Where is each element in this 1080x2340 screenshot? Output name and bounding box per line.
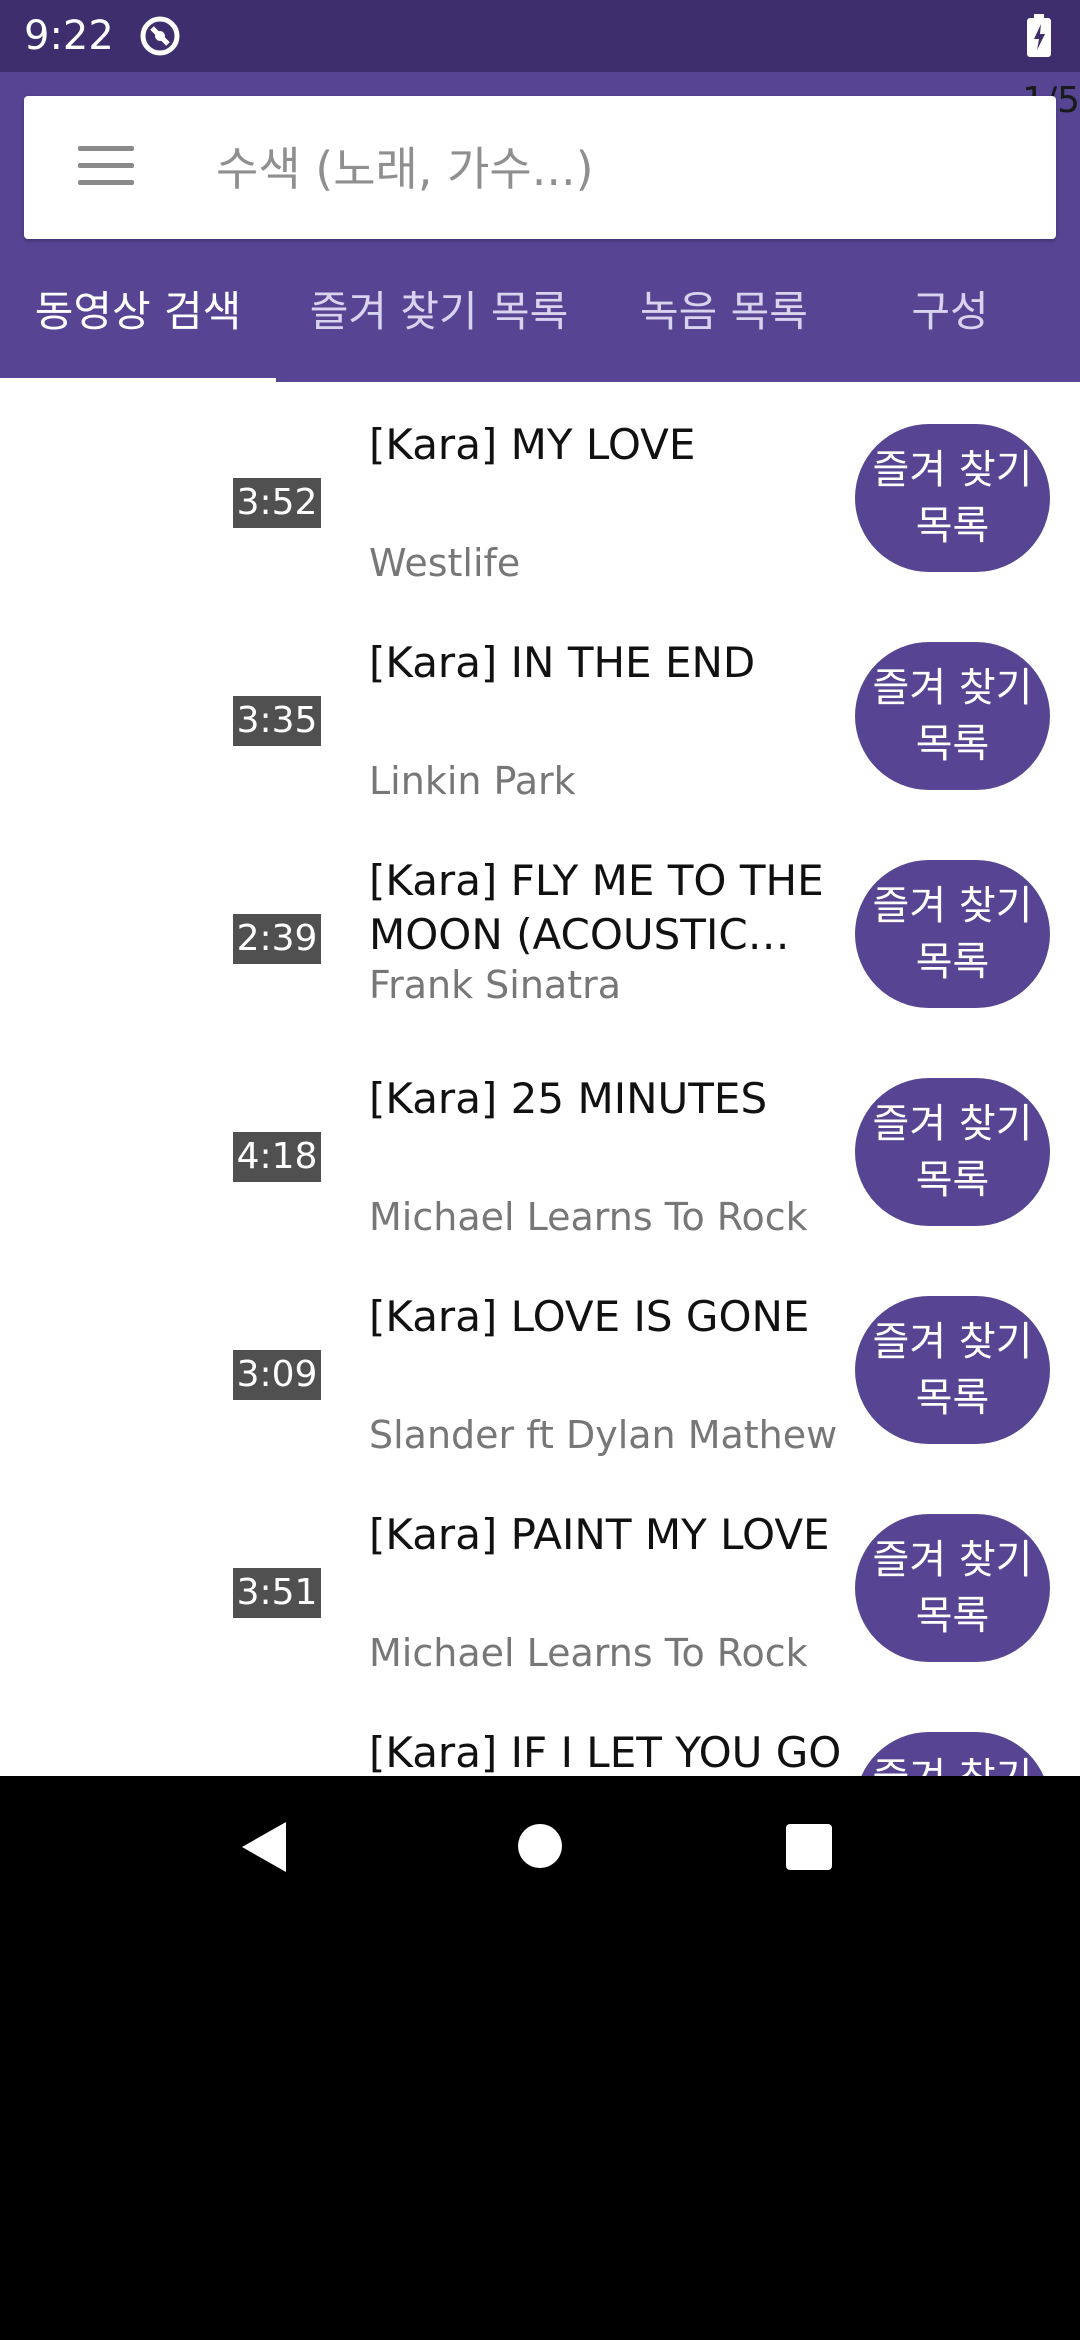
add-to-favorites-button[interactable]: 즐겨 찾기 목록 — [855, 642, 1050, 790]
status-time: 9:22 — [24, 13, 114, 59]
song-artist: Linkin Park — [369, 759, 576, 803]
list-item[interactable]: 2:39 [Kara] FLY ME TO THE MOON (ACOUSTIC… — [0, 820, 1080, 1038]
tab-favorites[interactable]: 즐겨 찾기 목록 — [296, 272, 582, 382]
recents-icon[interactable] — [786, 1824, 832, 1870]
system-navigation-bar — [0, 1776, 1080, 1918]
song-title: [Kara] PAINT MY LOVE — [369, 1510, 830, 1559]
song-artist: Frank Sinatra — [369, 963, 622, 1007]
list-item[interactable]: 4:18 [Kara] 25 MINUTES Michael Learns To… — [0, 1038, 1080, 1256]
list-item[interactable]: 3:51 [Kara] PAINT MY LOVE Michael Learns… — [0, 1474, 1080, 1692]
hamburger-menu-icon[interactable] — [78, 146, 134, 186]
tab-bar: 동영상 검색 즐겨 찾기 목록 녹음 목록 구성 — [0, 272, 1080, 382]
song-title: [Kara] 25 MINUTES — [369, 1074, 768, 1123]
duration-badge: 3:09 — [233, 1350, 321, 1400]
tab-settings[interactable]: 구성 — [880, 272, 1020, 382]
add-to-favorites-button[interactable]: 즐겨 찾기 목록 — [855, 860, 1050, 1008]
song-title: [Kara] FLY ME TO THE MOON (ACOUSTIC GUI.… — [369, 856, 824, 959]
song-title: [Kara] IF I LET YOU GO — [369, 1728, 842, 1776]
search-input[interactable] — [214, 124, 1018, 214]
song-title: [Kara] IN THE END — [369, 638, 756, 687]
song-title: [Kara] MY LOVE — [369, 420, 696, 469]
list-item[interactable]: 3:35 [Kara] IN THE END Linkin Park 즐겨 찾기… — [0, 602, 1080, 820]
song-list[interactable]: 3:52 [Kara] MY LOVE Westlife 즐겨 찾기 목록 3:… — [0, 384, 1080, 1776]
song-title: [Kara] LOVE IS GONE — [369, 1292, 810, 1341]
duration-badge: 3:35 — [233, 696, 321, 746]
home-icon[interactable] — [518, 1824, 562, 1868]
song-artist: Westlife — [369, 541, 521, 585]
list-item[interactable]: 3:52 [Kara] MY LOVE Westlife 즐겨 찾기 목록 — [0, 384, 1080, 602]
add-to-favorites-button[interactable]: 즐겨 찾기 목록 — [855, 1732, 1050, 1776]
duration-badge: 3:51 — [233, 1568, 321, 1618]
tab-video-search[interactable]: 동영상 검색 — [0, 272, 276, 382]
add-to-favorites-button[interactable]: 즐겨 찾기 목록 — [855, 1078, 1050, 1226]
song-artist: Michael Learns To Rock — [369, 1631, 808, 1675]
notification-status-icon — [140, 16, 180, 56]
app-window: 9:22 1/5 동영상 검색 즐겨 찾기 목록 녹음 목록 구성 3:52 [… — [0, 0, 1080, 1776]
duration-badge: 2:39 — [233, 914, 321, 964]
search-bar — [24, 96, 1056, 239]
list-item[interactable]: [Kara] IF I LET YOU GO 즐겨 찾기 목록 — [0, 1692, 1080, 1776]
list-item[interactable]: 3:09 [Kara] LOVE IS GONE Slander ft Dyla… — [0, 1256, 1080, 1474]
battery-charging-icon — [1027, 14, 1051, 57]
add-to-favorites-button[interactable]: 즐겨 찾기 목록 — [855, 1296, 1050, 1444]
duration-badge: 3:52 — [233, 478, 321, 528]
add-to-favorites-button[interactable]: 즐겨 찾기 목록 — [855, 424, 1050, 572]
add-to-favorites-button[interactable]: 즐겨 찾기 목록 — [855, 1514, 1050, 1662]
status-bar: 9:22 — [0, 0, 1080, 72]
back-icon[interactable] — [240, 1820, 288, 1874]
tab-recordings[interactable]: 녹음 목록 — [620, 272, 828, 382]
song-artist: Slander ft Dylan Mathew — [369, 1413, 838, 1457]
song-artist: Michael Learns To Rock — [369, 1195, 808, 1239]
duration-badge: 4:18 — [233, 1132, 321, 1182]
